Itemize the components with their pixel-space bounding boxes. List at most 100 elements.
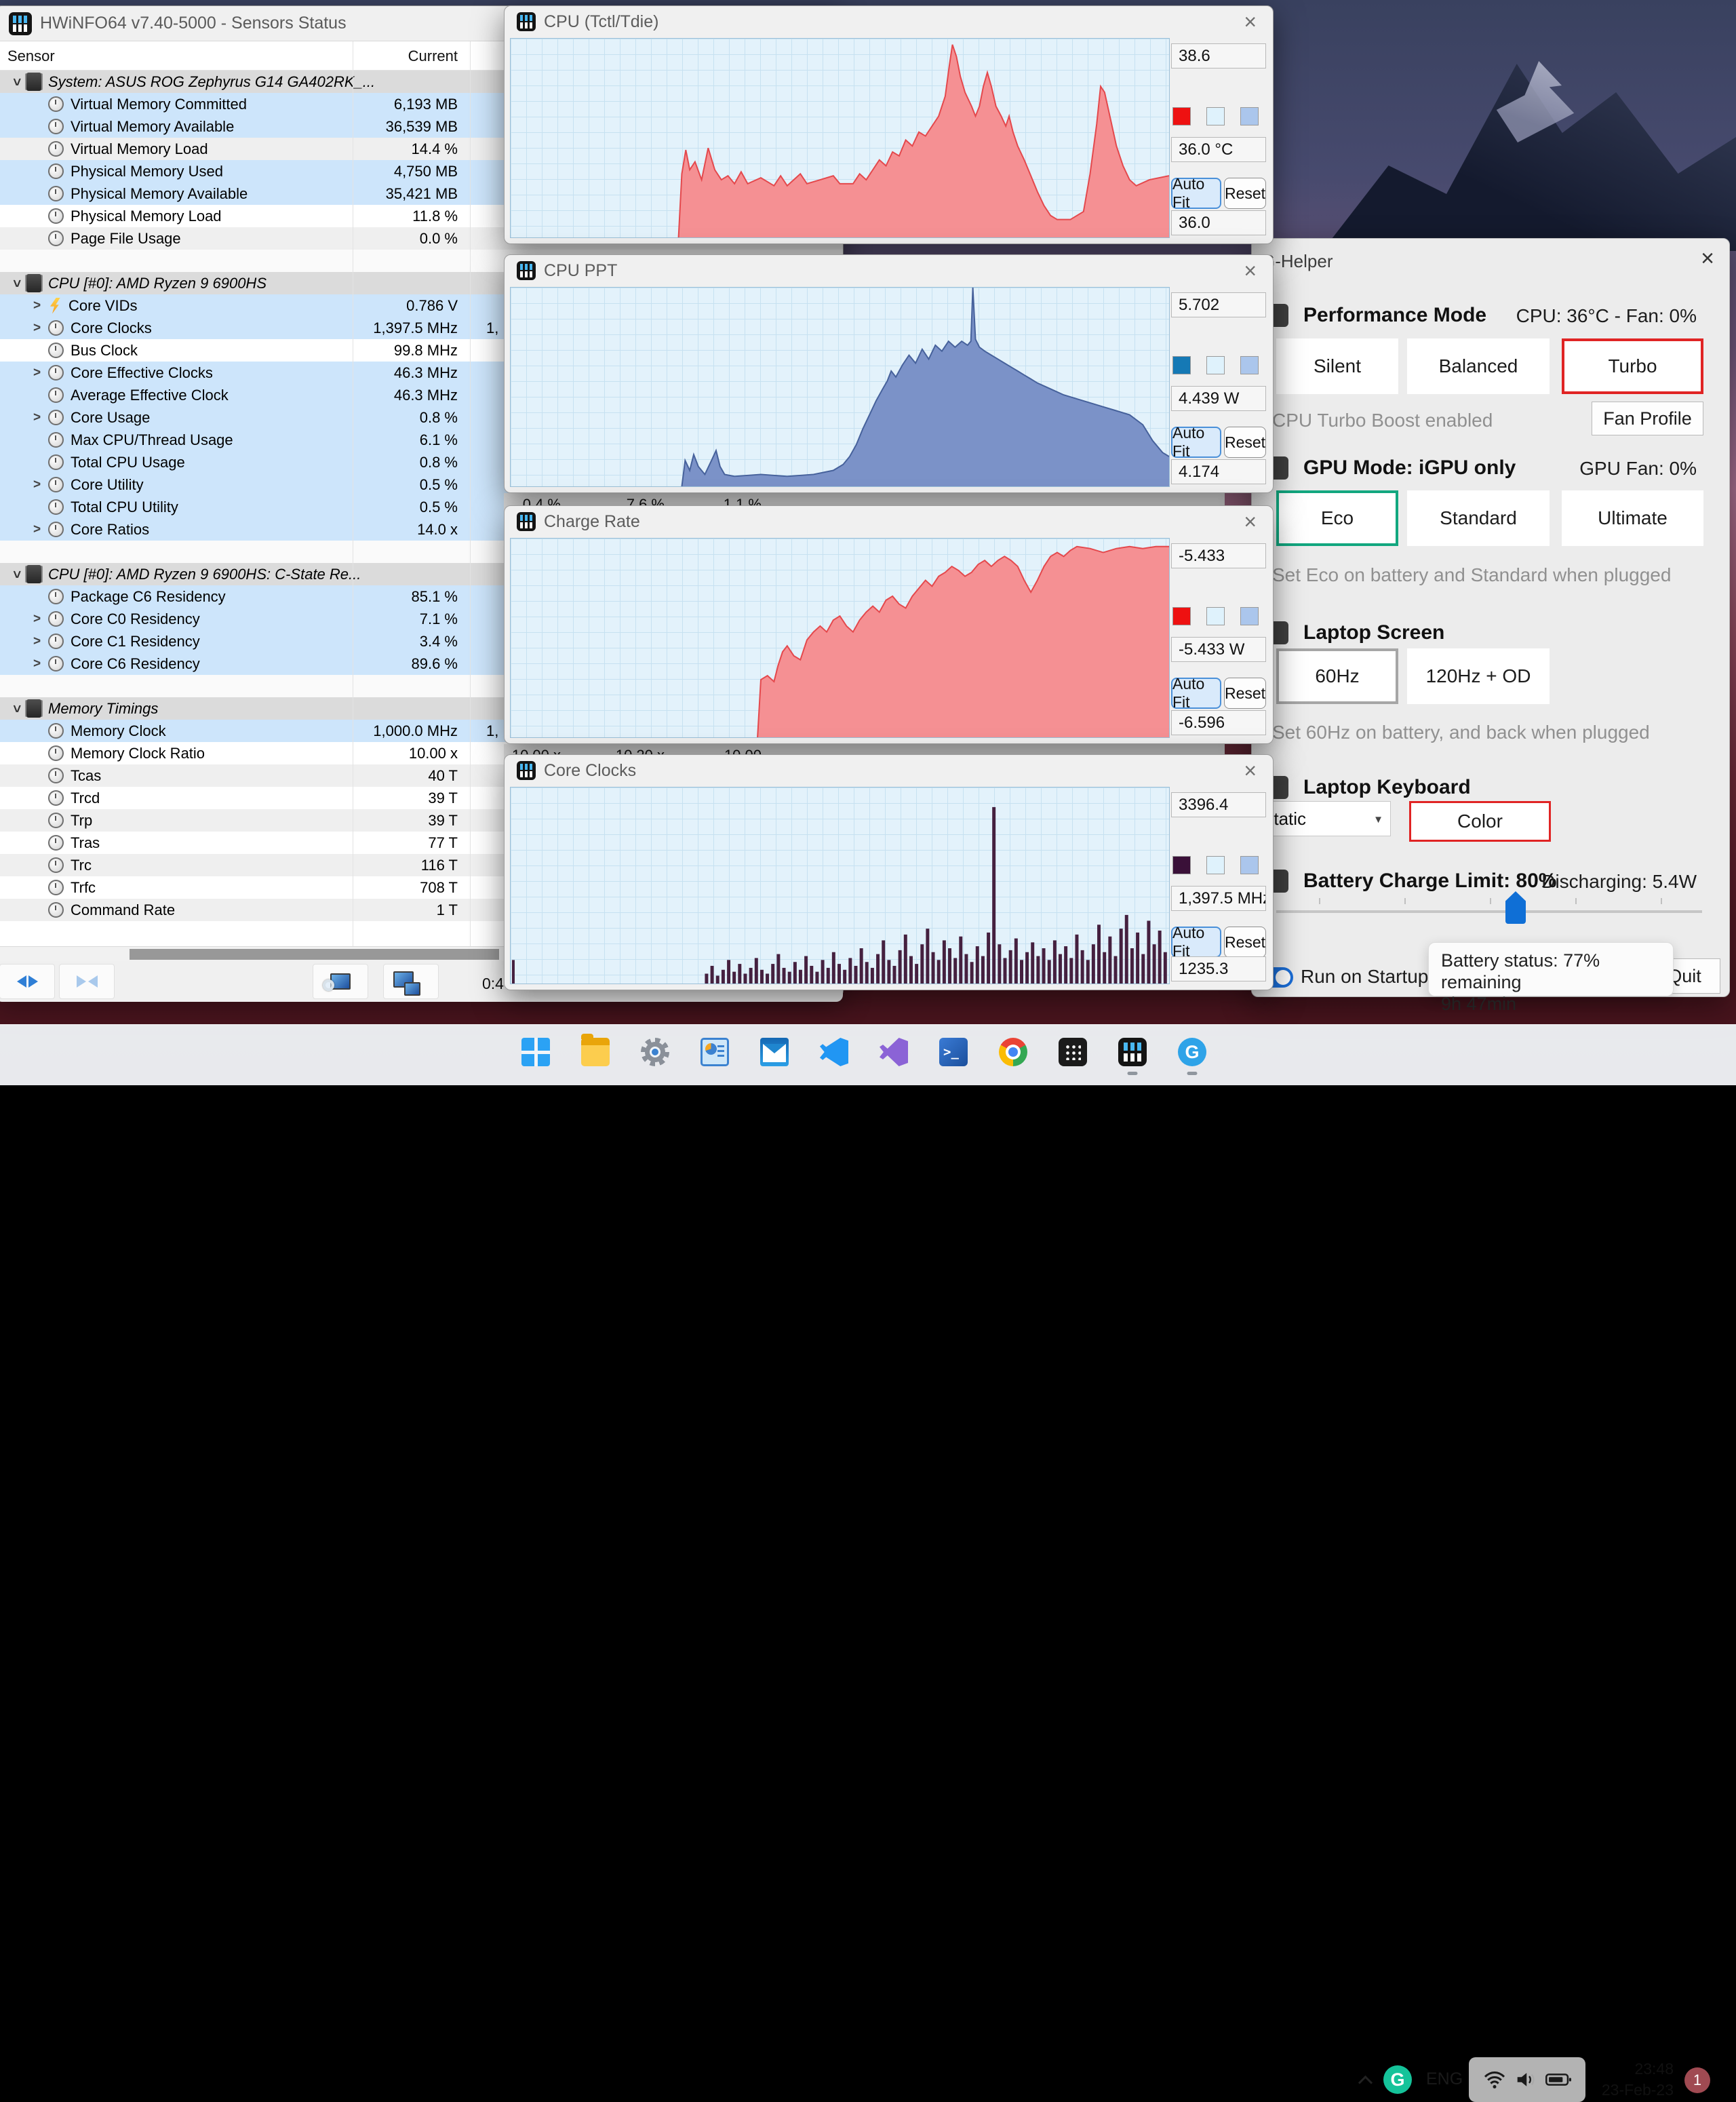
sensor-label: Max CPU/Thread Usage <box>71 431 233 449</box>
keyboard-color-button[interactable]: Color <box>1409 801 1551 842</box>
auto-fit-button[interactable]: Auto Fit <box>1171 678 1221 709</box>
color-swatch[interactable] <box>1206 356 1225 374</box>
eco-button[interactable]: Eco <box>1276 490 1398 546</box>
color-swatch[interactable] <box>1240 356 1259 374</box>
color-swatch[interactable] <box>1172 356 1191 374</box>
close-icon[interactable]: × <box>1240 511 1261 532</box>
battery-limit-slider[interactable] <box>1276 910 1702 913</box>
clock-icon <box>48 477 64 492</box>
refresh-note: Set 60Hz on battery, and back when plugg… <box>1272 722 1650 743</box>
clock-icon <box>48 880 64 895</box>
turbo-button[interactable]: Turbo <box>1562 338 1703 394</box>
scrollbar-thumb[interactable] <box>130 949 499 960</box>
color-swatch[interactable] <box>1206 607 1225 625</box>
slider-tick <box>1404 898 1406 904</box>
slider-tick <box>1490 898 1491 904</box>
auto-fit-button[interactable]: Auto Fit <box>1171 927 1221 958</box>
taskbar-icon-vscode[interactable] <box>815 1033 853 1071</box>
sensor-value: 0.5 % <box>268 476 458 494</box>
reset-button[interactable]: Reset <box>1224 178 1266 209</box>
color-swatch[interactable] <box>1206 856 1225 874</box>
color-swatch[interactable] <box>1172 856 1191 874</box>
refresh-60hz-button[interactable]: 60Hz <box>1276 648 1398 704</box>
hwinfo-app-icon <box>517 512 536 531</box>
expand-chevron-icon[interactable]: > <box>33 522 48 537</box>
reset-button[interactable]: Reset <box>1224 427 1266 458</box>
wifi-icon <box>1483 2070 1506 2089</box>
color-swatch[interactable] <box>1240 607 1259 625</box>
color-swatch[interactable] <box>1206 107 1225 125</box>
reset-button[interactable]: Reset <box>1224 927 1266 958</box>
taskbar-icon-terminal[interactable]: >_ <box>934 1033 972 1071</box>
remote-monitoring-button[interactable] <box>383 964 439 999</box>
tray-clock[interactable]: 23:48 23-Feb-23 <box>1592 2059 1674 2101</box>
tray-quick-settings[interactable] <box>1469 2057 1585 2102</box>
sensor-label: Virtual Memory Available <box>71 118 234 136</box>
expand-chevron-icon[interactable]: > <box>33 321 48 336</box>
column-current[interactable]: Current <box>268 47 458 65</box>
tooltip-line2: 9h 47min <box>1441 993 1661 1015</box>
taskbar-icon-g-helper[interactable]: G <box>1173 1033 1211 1071</box>
graph-titlebar[interactable]: Charge Rate× <box>505 506 1273 537</box>
taskbar-icon-settings[interactable] <box>636 1033 674 1071</box>
fan-profile-button[interactable]: Fan Profile <box>1592 402 1703 435</box>
silent-button[interactable]: Silent <box>1276 338 1398 394</box>
collapse-chevron-icon[interactable]: > <box>9 72 24 92</box>
taskbar-icon-hwinfo[interactable] <box>1113 1033 1151 1071</box>
collapse-chevron-icon[interactable]: > <box>9 273 24 294</box>
language-indicator[interactable]: ENG <box>1426 2069 1463 2089</box>
clock-icon <box>48 119 64 134</box>
balanced-button[interactable]: Balanced <box>1407 338 1550 394</box>
expand-chevron-icon[interactable]: > <box>33 634 48 649</box>
auto-fit-button[interactable]: Auto Fit <box>1171 178 1221 209</box>
standard-button[interactable]: Standard <box>1407 490 1550 546</box>
auto-fit-button[interactable]: Auto Fit <box>1171 427 1221 458</box>
close-icon[interactable]: × <box>1240 760 1261 781</box>
graph-titlebar[interactable]: Core Clocks× <box>505 755 1273 786</box>
slider-thumb[interactable] <box>1505 891 1526 924</box>
sensor-value: 6,193 MB <box>268 96 458 113</box>
taskbar-icon-display-settings[interactable] <box>696 1033 734 1071</box>
collapse-chevron-icon[interactable]: > <box>9 564 24 585</box>
gpu-fan-status: GPU Fan: 0% <box>1579 458 1697 480</box>
taskbar-icon-file-explorer[interactable] <box>576 1033 614 1071</box>
expand-chevron-icon[interactable]: > <box>33 612 48 627</box>
sensor-label: Bus Clock <box>71 342 138 359</box>
grammarly-tray-icon[interactable]: G <box>1383 2065 1412 2094</box>
taskbar-icon-chrome[interactable] <box>994 1033 1032 1071</box>
ultimate-button[interactable]: Ultimate <box>1562 490 1703 546</box>
collapse-chevron-icon[interactable]: > <box>9 699 24 719</box>
close-icon[interactable]: × <box>1240 260 1261 281</box>
close-icon[interactable]: × <box>1240 11 1261 33</box>
expand-chevron-icon[interactable]: > <box>33 366 48 381</box>
refresh-120hz-button[interactable]: 120Hz + OD <box>1407 648 1550 704</box>
system-summary-button[interactable] <box>313 964 368 999</box>
taskbar-icon-mail[interactable] <box>755 1033 793 1071</box>
sensor-value: 11.8 % <box>268 208 458 225</box>
column-sensor[interactable]: Sensor <box>7 47 55 65</box>
arrow-right-icon <box>77 975 86 988</box>
color-swatch[interactable] <box>1172 607 1191 625</box>
notification-badge[interactable]: 1 <box>1684 2067 1710 2093</box>
color-swatch[interactable] <box>1240 107 1259 125</box>
expand-chevron-icon[interactable]: > <box>33 410 48 425</box>
graph-titlebar[interactable]: CPU (Tctl/Tdie)× <box>505 6 1273 37</box>
tray-time: 23:48 <box>1592 2059 1674 2080</box>
color-swatch[interactable] <box>1240 856 1259 874</box>
sensor-label: Trp <box>71 812 92 830</box>
expand-chevron-icon[interactable]: > <box>33 298 48 313</box>
taskbar-icon-black-app[interactable] <box>1054 1033 1092 1071</box>
expand-chevron-icon[interactable]: > <box>33 478 48 492</box>
taskbar-icon-visual-studio[interactable] <box>875 1033 913 1071</box>
graph-titlebar[interactable]: CPU PPT× <box>505 255 1273 286</box>
color-swatch[interactable] <box>1172 107 1191 125</box>
close-icon[interactable]: × <box>1701 246 1714 272</box>
graph-current-value: -5.433 W <box>1171 637 1266 662</box>
taskbar-icon-start[interactable] <box>517 1033 555 1071</box>
reset-button[interactable]: Reset <box>1224 678 1266 709</box>
expand-chevron-icon[interactable]: > <box>33 657 48 672</box>
collapse-columns-button[interactable] <box>59 964 115 999</box>
sensor-label: Command Rate <box>71 901 175 919</box>
expand-columns-button[interactable] <box>0 964 55 999</box>
tray-chevron-up-icon[interactable] <box>1358 2076 1373 2090</box>
